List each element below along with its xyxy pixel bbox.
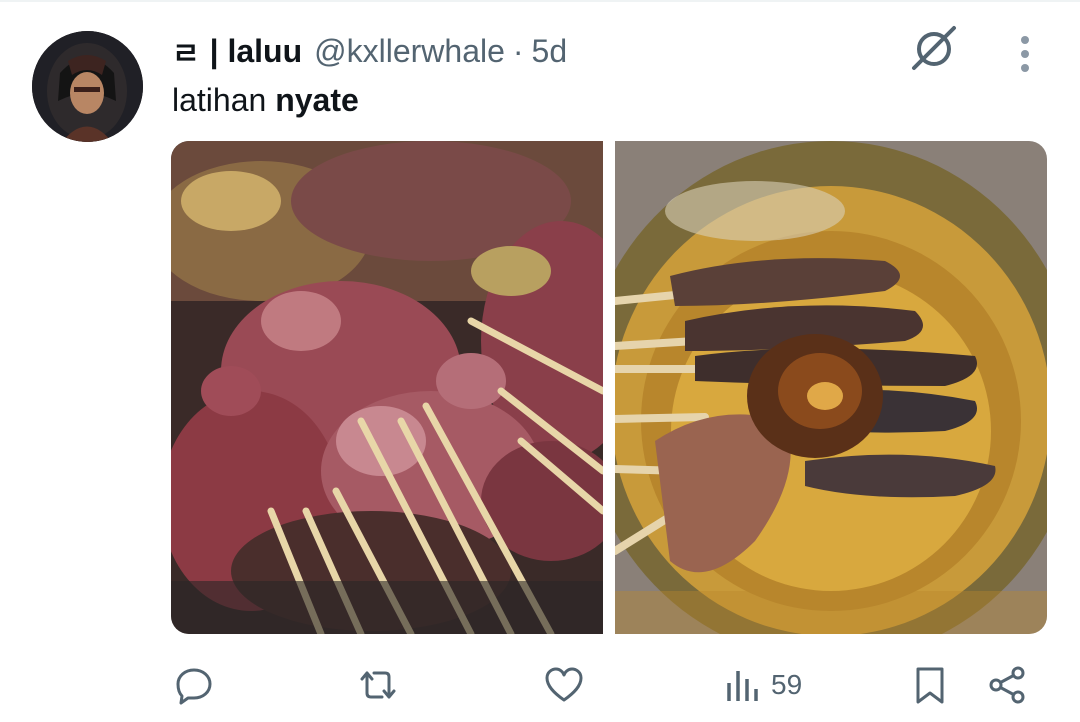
reply-icon xyxy=(176,668,212,705)
views-count: 59 xyxy=(771,669,803,700)
avatar[interactable] xyxy=(32,31,143,142)
display-name[interactable]: | laluu xyxy=(210,33,303,70)
share-icon xyxy=(989,666,1025,704)
tweet-header: ㄹ | laluu @kxllerwhale · 5d xyxy=(172,30,567,72)
top-divider xyxy=(0,0,1080,2)
reply-button[interactable] xyxy=(174,655,214,715)
tweet-text-plain: latihan xyxy=(172,82,276,118)
tweet-actions-bar: 59 xyxy=(0,655,1080,715)
more-options-icon[interactable] xyxy=(1008,34,1042,74)
timestamp[interactable]: 5d xyxy=(532,33,568,70)
views-button[interactable]: 59 xyxy=(725,655,802,715)
heart-icon xyxy=(545,667,583,702)
bookmark-button[interactable] xyxy=(910,655,950,715)
retweet-icon xyxy=(360,671,396,699)
tweet-text: latihan nyate xyxy=(172,82,359,119)
user-handle[interactable]: @kxllerwhale xyxy=(314,33,505,70)
separator-dot: · xyxy=(512,32,524,69)
name-badge: ㄹ xyxy=(172,38,200,71)
tweet-photo-grilled-satay[interactable] xyxy=(615,141,1047,634)
tweet-text-bold: nyate xyxy=(275,82,359,118)
share-button[interactable] xyxy=(987,655,1027,715)
bookmark-icon xyxy=(916,667,944,704)
like-button[interactable] xyxy=(544,655,584,715)
views-icon xyxy=(727,671,758,701)
retweet-button[interactable] xyxy=(358,655,398,715)
grok-icon[interactable] xyxy=(908,24,960,74)
tweet-photo-raw-satay[interactable] xyxy=(171,141,603,634)
